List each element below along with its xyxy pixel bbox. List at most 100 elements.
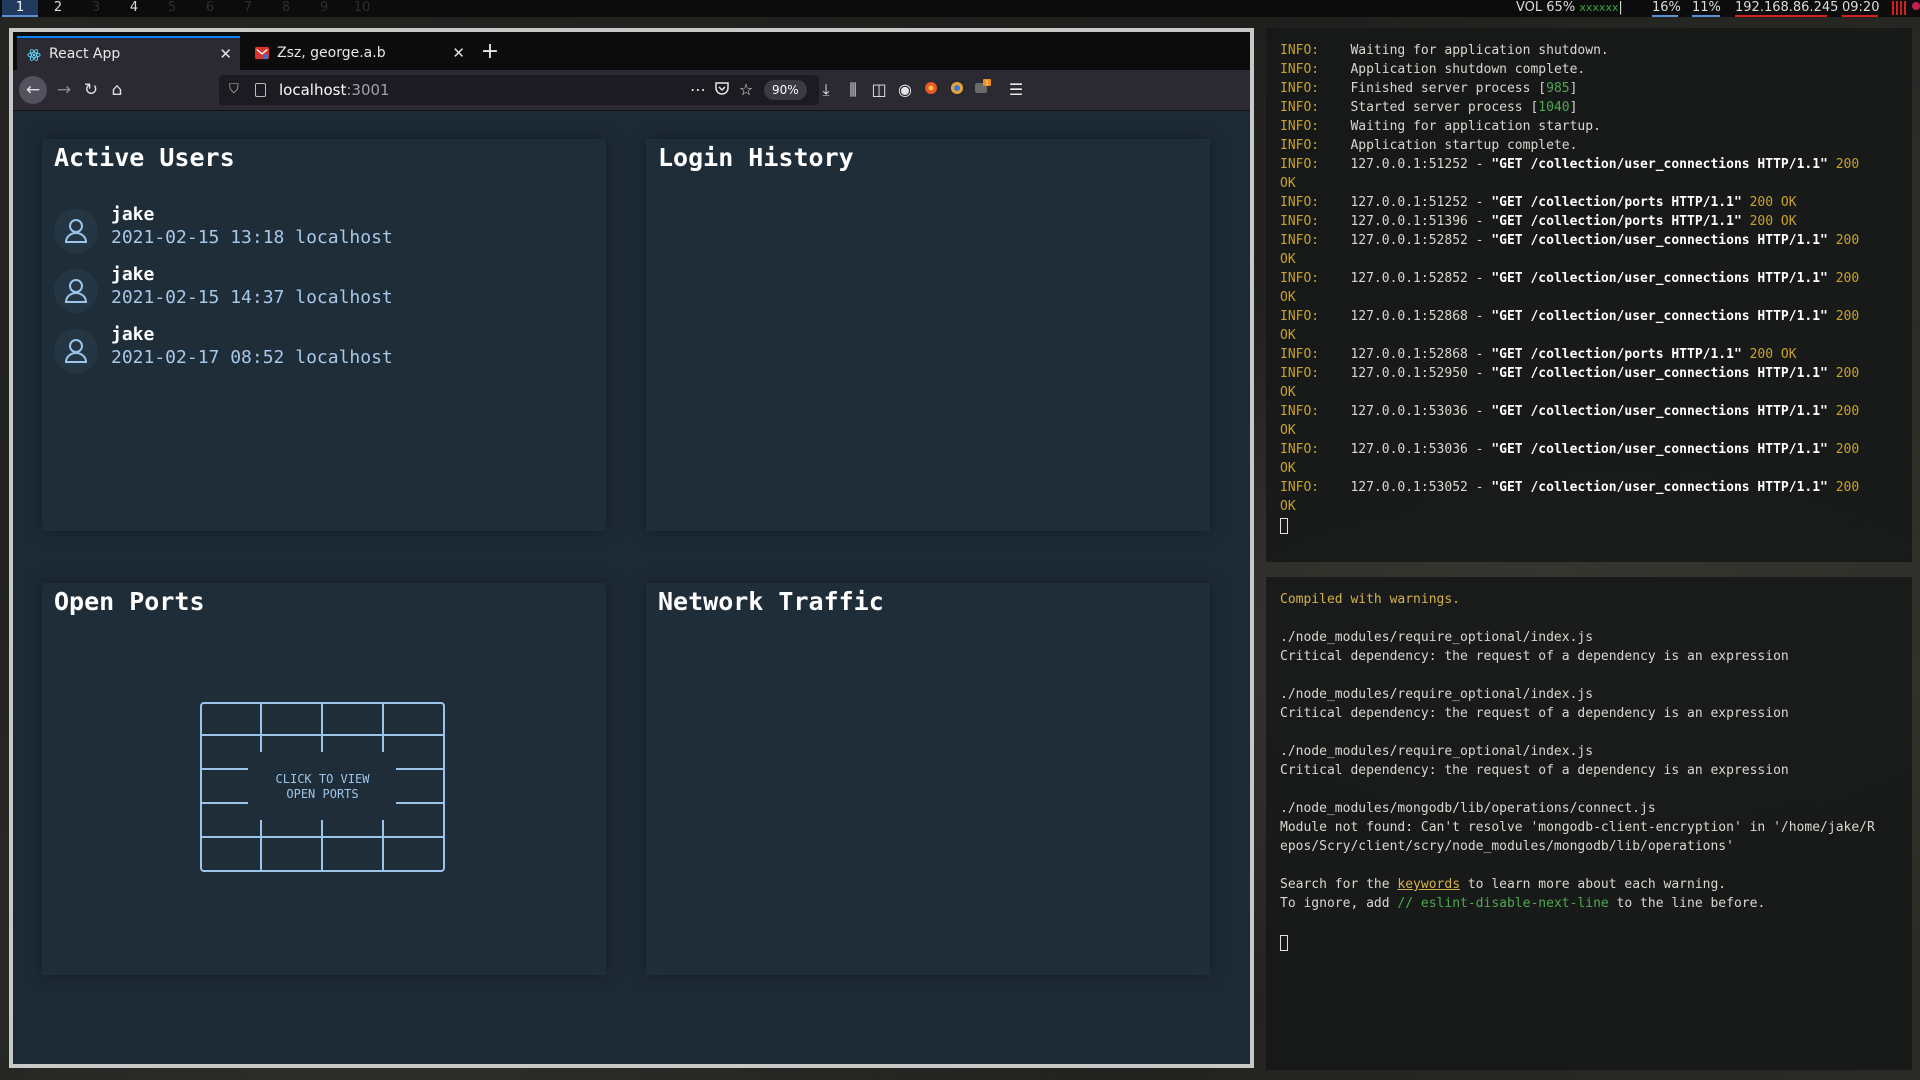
log-line: INFO: 127.0.0.1:51252 - "GET /collection… (1280, 157, 1860, 172)
close-tab-icon[interactable]: ✕ (452, 36, 465, 70)
build-output-terminal[interactable]: Compiled with warnings. ./node_modules/r… (1266, 577, 1912, 1070)
workspace-button[interactable]: 7 (230, 0, 266, 17)
workspace-button[interactable]: 3 (78, 0, 114, 17)
power-icon[interactable] (1912, 2, 1920, 10)
close-tab-icon[interactable]: ✕ (219, 38, 232, 70)
workspace-button[interactable]: 2 (40, 0, 76, 17)
log-line-wrap: OK (1280, 176, 1296, 191)
tab-strip: React App ✕ Zsz, george.a.b ✕ + (13, 32, 1250, 70)
log-line: INFO: Application shutdown complete. (1280, 62, 1586, 77)
warning-file: ./node_modules/mongodb/lib/operations/co… (1280, 801, 1656, 816)
log-line-wrap: OK (1280, 499, 1296, 514)
log-line-wrap: OK (1280, 385, 1296, 400)
downloads-icon[interactable]: ⤓ (815, 78, 837, 102)
warning-message: Module not found: Can't resolve 'mongodb… (1280, 820, 1875, 835)
status-bar: 1 2 3 4 5 6 7 8 9 10 VOL 65% xxxxxx| 16% 11% 192.… (0, 0, 1920, 17)
warning-file: ./node_modules/require_optional/index.js (1280, 744, 1594, 759)
card-title: Open Ports (54, 587, 205, 616)
workspace-button[interactable]: 1 (2, 0, 38, 17)
tab-title: Zsz, george.a.b (277, 45, 386, 61)
workspace-button[interactable]: 4 (116, 0, 152, 17)
log-line: INFO: Started server process [1040] (1280, 100, 1578, 115)
cpu-indicator: 16% (1652, 0, 1681, 17)
ignore-hint: To ignore, add // eslint-disable-next-li… (1280, 896, 1766, 911)
warning-file: ./node_modules/require_optional/index.js (1280, 630, 1594, 645)
back-button[interactable]: ← (19, 76, 47, 104)
memory-indicator: 11% (1692, 0, 1721, 17)
log-line: INFO: 127.0.0.1:53036 - "GET /collection… (1280, 442, 1860, 457)
user-login-meta: 2021-02-15 14:37 localhost (111, 287, 393, 308)
user-icon (54, 269, 98, 313)
page-icon (255, 83, 266, 97)
volume-label: VOL 65% (1516, 0, 1576, 15)
forward-button[interactable]: → (50, 76, 78, 104)
log-line-wrap: OK (1280, 461, 1296, 476)
extension-icon[interactable] (920, 78, 942, 102)
sidebar-icon[interactable]: ◫ (868, 78, 890, 102)
hamburger-menu-icon[interactable]: ☰ (1005, 78, 1027, 102)
search-hint: Search for the keywords to learn more ab… (1280, 877, 1727, 892)
open-ports-button-label: CLICK TO VIEW OPEN PORTS (275, 772, 370, 801)
user-name: jake (111, 264, 155, 285)
eslint-comment: // eslint-disable-next-line (1397, 896, 1609, 911)
card-title: Network Traffic (658, 587, 884, 616)
tab-title: React App (49, 46, 121, 62)
view-open-ports-button[interactable]: CLICK TO VIEW OPEN PORTS (200, 702, 445, 872)
bookmark-star-icon[interactable]: ☆ (735, 78, 757, 102)
active-users-card: Active Users jake 2021-02-15 13:18 local… (42, 139, 606, 531)
warning-message: Critical dependency: the request of a de… (1280, 706, 1789, 721)
log-line: INFO: 127.0.0.1:52950 - "GET /collection… (1280, 366, 1860, 381)
user-login-meta: 2021-02-17 08:52 localhost (111, 347, 393, 368)
navigation-toolbar: ← → ↻ ⌂ ⛉ localhost:3001 90% ⋯ ☆ ⤓ ⫼ ◫ ◉… (13, 70, 1250, 111)
page-actions-icon[interactable]: ⋯ (687, 78, 709, 102)
log-line: INFO: 127.0.0.1:52852 - "GET /collection… (1280, 233, 1860, 248)
log-line: INFO: Waiting for application shutdown. (1280, 43, 1609, 58)
workspace-button[interactable]: 5 (154, 0, 190, 17)
workspace-button[interactable]: 9 (306, 0, 342, 17)
new-tab-button[interactable]: + (475, 38, 505, 68)
extension-icon[interactable] (946, 78, 968, 102)
browser-window: React App ✕ Zsz, george.a.b ✕ + ← → ↻ ⌂ … (9, 28, 1254, 1068)
volume-indicator[interactable]: VOL 65% xxxxxx| (1516, 0, 1623, 15)
log-line: INFO: 127.0.0.1:52868 - "GET /collection… (1280, 309, 1860, 324)
pocket-icon[interactable] (711, 78, 733, 102)
log-line: INFO: Application startup complete. (1280, 138, 1578, 153)
log-line: INFO: 127.0.0.1:52852 - "GET /collection… (1280, 271, 1860, 286)
ip-indicator: 192.168.86.245 (1735, 0, 1839, 17)
log-line-wrap: OK (1280, 328, 1296, 343)
tab-react-app[interactable]: React App ✕ (17, 36, 240, 70)
extension-icon[interactable]: 1 (972, 78, 994, 102)
log-line: INFO: 127.0.0.1:51252 - "GET /collection… (1280, 195, 1797, 210)
battery-icon (1892, 1, 1906, 15)
page-content: Active Users jake 2021-02-15 13:18 local… (13, 111, 1250, 1064)
log-line: INFO: 127.0.0.1:53052 - "GET /collection… (1280, 480, 1860, 495)
user-icon (54, 209, 98, 253)
log-line-wrap: OK (1280, 423, 1296, 438)
zoom-indicator[interactable]: 90% (764, 80, 807, 100)
shield-icon[interactable]: ⛉ (229, 75, 239, 105)
server-log-terminal[interactable]: INFO: Waiting for application shutdown. I… (1266, 28, 1912, 562)
warning-file: ./node_modules/require_optional/index.js (1280, 687, 1594, 702)
terminal-cursor (1280, 518, 1288, 534)
home-button[interactable]: ⌂ (103, 76, 131, 104)
warning-message: Critical dependency: the request of a de… (1280, 763, 1789, 778)
account-icon[interactable]: ◉ (894, 78, 916, 102)
workspace-button[interactable]: 10 (344, 0, 380, 17)
library-icon[interactable]: ⫼ (842, 78, 864, 102)
log-line-wrap: OK (1280, 252, 1296, 267)
user-login-meta: 2021-02-15 13:18 localhost (111, 227, 393, 248)
workspace-button[interactable]: 6 (192, 0, 228, 17)
mail-icon (255, 46, 269, 60)
url-text: localhost:3001 (279, 81, 390, 99)
reload-button[interactable]: ↻ (77, 76, 105, 104)
react-icon (27, 49, 41, 61)
network-traffic-card: Network Traffic (646, 583, 1210, 975)
keywords-link[interactable]: keywords (1397, 877, 1460, 892)
log-line: INFO: Finished server process [985] (1280, 81, 1578, 96)
volume-dots: xxxxxx (1579, 1, 1619, 14)
tab-mail[interactable]: Zsz, george.a.b ✕ (245, 36, 473, 70)
warning-message: epos/Scry/client/scry/node_modules/mongo… (1280, 839, 1734, 854)
workspace-button[interactable]: 8 (268, 0, 304, 17)
user-name: jake (111, 204, 155, 225)
terminal-cursor (1280, 935, 1288, 951)
